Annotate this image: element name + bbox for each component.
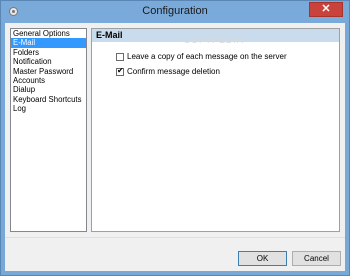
footer-divider [5,237,345,238]
close-icon: ✕ [321,3,331,15]
email-settings-panel: E-Mail SOFTPEDIA Leave a copy of each me… [91,28,340,232]
leave-copy-label: Leave a copy of each message on the serv… [127,52,287,61]
confirm-deletion-label: Confirm message deletion [127,67,220,76]
window-title: Configuration [142,5,208,17]
sidebar-item-notification[interactable]: Notification [11,57,86,66]
title-bar[interactable]: Configuration ✕ [1,1,349,23]
leave-copy-option[interactable]: Leave a copy of each message on the serv… [116,51,287,62]
confirm-deletion-checkbox[interactable] [116,66,124,76]
sidebar-item-dialup[interactable]: Dialup [11,85,86,94]
sidebar-item-general-options[interactable]: General Options [11,29,86,38]
sidebar-item-email[interactable]: E-Mail [11,38,86,48]
dialog-client-area: General Options E-Mail Folders Notificat… [5,23,345,271]
cancel-button[interactable]: Cancel [292,251,341,266]
sidebar-item-accounts[interactable]: Accounts [11,76,86,85]
leave-copy-checkbox[interactable] [116,52,124,61]
configuration-window: Configuration ✕ General Options E-Mail F… [0,0,350,276]
sidebar-item-folders[interactable]: Folders [11,48,86,57]
options-category-list[interactable]: General Options E-Mail Folders Notificat… [10,28,87,232]
sidebar-item-log[interactable]: Log [11,104,86,113]
confirm-deletion-option[interactable]: Confirm message deletion [116,66,220,77]
close-button[interactable]: ✕ [309,2,343,17]
sidebar-item-keyboard-shortcuts[interactable]: Keyboard Shortcuts [11,95,86,104]
watermark: SOFTPEDIA [184,35,245,45]
ok-button[interactable]: OK [238,251,287,266]
sidebar-item-master-password[interactable]: Master Password [11,67,86,76]
